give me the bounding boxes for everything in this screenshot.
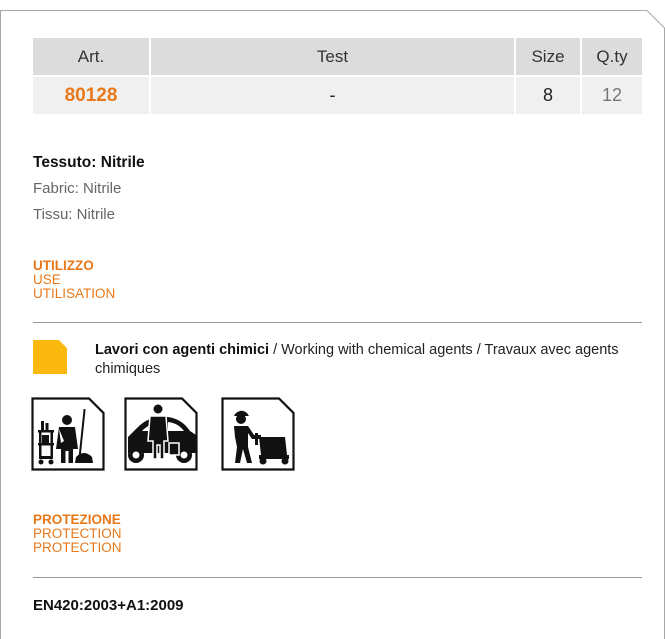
header-art: Art.	[33, 38, 151, 75]
header-qty: Q.ty	[596, 46, 628, 66]
protection-title-it: PROTEZIONE	[33, 512, 121, 527]
protection-section-title: PROTEZIONE PROTECTION PROTECTION	[33, 513, 122, 555]
use-title-fr: UTILISATION	[33, 286, 116, 301]
qty-value: 12	[601, 85, 623, 105]
car-wash-icon	[124, 397, 198, 471]
floor-scrubber-icon	[221, 397, 295, 471]
use-title-it: UTILIZZO	[33, 258, 94, 273]
header-test: Test	[151, 38, 516, 75]
protection-title-en: PROTECTION	[33, 526, 122, 541]
cleaning-worker-icon	[31, 397, 105, 471]
header-size: Size	[516, 38, 582, 75]
use-title-en: USE	[33, 272, 61, 287]
test-value: -	[151, 77, 516, 114]
table-header: Art. Test Size Q.ty	[33, 38, 642, 75]
fabric-it: Tessuto: Nitrile	[33, 154, 145, 171]
size-value: 8	[516, 77, 582, 114]
protection-title-fr: PROTECTION	[33, 540, 122, 555]
use-item-bold: Lavori con agenti chimici	[95, 342, 270, 358]
table-row: 80128 - 8 12	[33, 77, 642, 114]
protection-divider	[33, 577, 642, 578]
fabric-block: Tessuto: Nitrile Fabric: Nitrile Tissu: …	[33, 150, 145, 228]
article-code: 80128	[33, 77, 151, 114]
use-item: Lavori con agenti chimici / Working with…	[95, 341, 655, 379]
fabric-en: Fabric: Nitrile	[33, 180, 122, 197]
use-marker-icon	[33, 340, 67, 374]
standard-code: EN420:2003+A1:2009	[33, 597, 184, 614]
fabric-fr: Tissu: Nitrile	[33, 206, 115, 223]
use-section-title: UTILIZZO USE UTILISATION	[33, 259, 115, 301]
use-divider	[33, 322, 642, 323]
article-table: Art. Test Size Q.ty 80128 - 8 12	[33, 38, 642, 114]
